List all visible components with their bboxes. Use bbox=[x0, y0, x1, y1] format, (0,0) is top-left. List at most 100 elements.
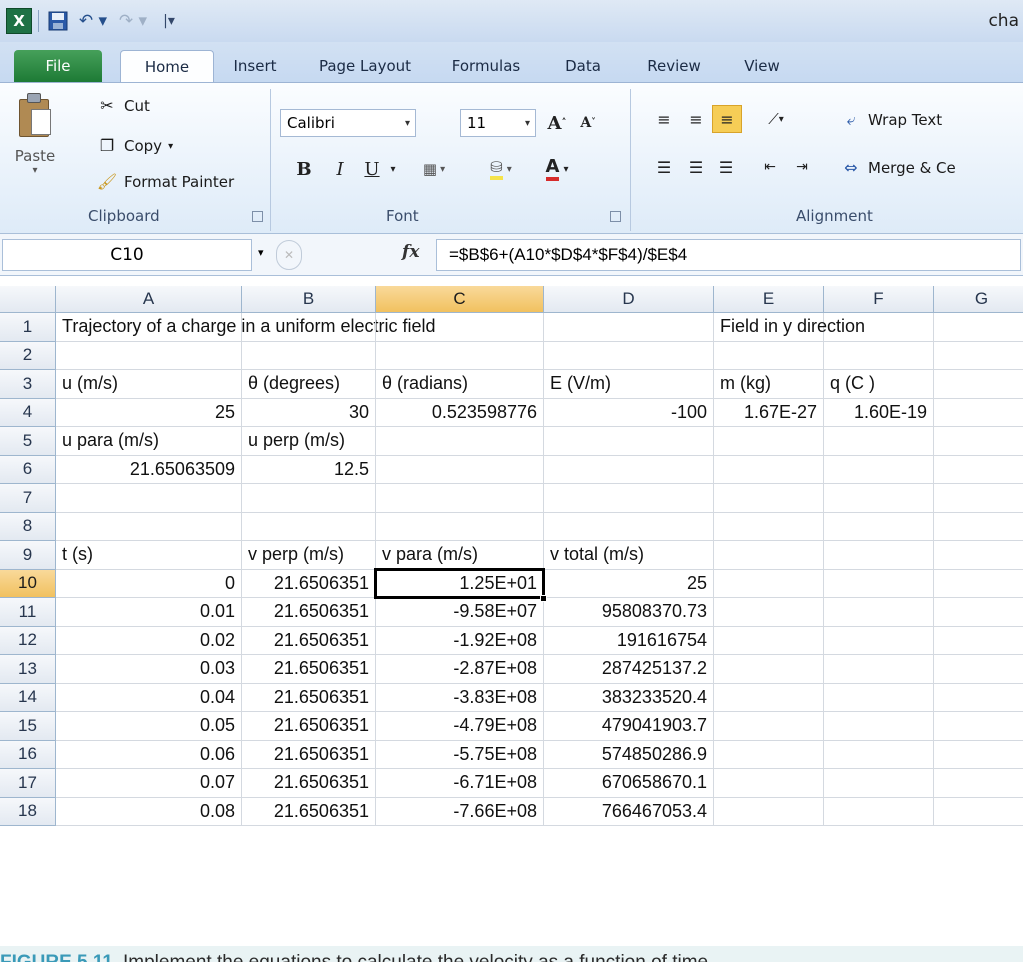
cell-b17[interactable]: 21.6506351 bbox=[242, 769, 376, 798]
cell-b16[interactable]: 21.6506351 bbox=[242, 740, 376, 769]
cell-b3[interactable]: θ (degrees) bbox=[242, 370, 376, 399]
cell-g5[interactable] bbox=[934, 427, 1023, 456]
align-top-icon[interactable]: ≡ bbox=[650, 105, 678, 133]
cell-a8[interactable] bbox=[56, 512, 242, 541]
bold-button[interactable]: B bbox=[290, 155, 318, 183]
cell-c4[interactable]: 0.523598776 bbox=[376, 398, 544, 427]
row-header-15[interactable]: 15 bbox=[0, 712, 56, 741]
cell-a16[interactable]: 0.06 bbox=[56, 740, 242, 769]
cell-c9[interactable]: v para (m/s) bbox=[376, 541, 544, 570]
underline-button[interactable]: U bbox=[360, 155, 384, 183]
cell-f8[interactable] bbox=[824, 512, 934, 541]
cell-e15[interactable] bbox=[714, 712, 824, 741]
cell-g4[interactable] bbox=[934, 399, 1023, 427]
cell-f5[interactable] bbox=[824, 427, 934, 456]
font-size-select[interactable]: 11 ▾ bbox=[460, 109, 536, 137]
tab-page-layout[interactable]: Page Layout bbox=[300, 50, 430, 82]
cell-b10[interactable]: 21.6506351 bbox=[242, 569, 376, 598]
column-header-e[interactable]: E bbox=[714, 286, 824, 313]
cell-a14[interactable]: 0.04 bbox=[56, 683, 242, 712]
paste-button[interactable]: Paste ▾ bbox=[4, 89, 66, 199]
cell-b5[interactable]: u perp (m/s) bbox=[242, 427, 376, 456]
cell-e10[interactable] bbox=[714, 569, 824, 598]
fill-handle[interactable] bbox=[540, 595, 547, 602]
row-header-9[interactable]: 9 bbox=[0, 541, 56, 570]
cell-a7[interactable] bbox=[56, 484, 242, 513]
cell-a5[interactable]: u para (m/s) bbox=[56, 427, 242, 456]
cell-g10[interactable] bbox=[934, 570, 1023, 598]
cell-f12[interactable] bbox=[824, 626, 934, 655]
redo-icon[interactable]: ↷ ▾ bbox=[116, 8, 150, 34]
align-right-icon[interactable]: ☰ bbox=[712, 153, 740, 181]
cell-c13[interactable]: -2.87E+08 bbox=[376, 655, 544, 684]
cell-f6[interactable] bbox=[824, 455, 934, 484]
cell-a13[interactable]: 0.03 bbox=[56, 655, 242, 684]
cell-a17[interactable]: 0.07 bbox=[56, 769, 242, 798]
cell-g2[interactable] bbox=[934, 342, 1023, 370]
cell-a10[interactable]: 0 bbox=[56, 569, 242, 598]
column-header-b[interactable]: B bbox=[242, 286, 376, 313]
chevron-down-icon[interactable]: ▾ bbox=[386, 155, 400, 183]
cell-d10[interactable]: 25 bbox=[544, 569, 714, 598]
cell-e12[interactable] bbox=[714, 626, 824, 655]
cell-a6[interactable]: 21.65063509 bbox=[56, 455, 242, 484]
cell-d13[interactable]: 287425137.2 bbox=[544, 655, 714, 684]
cell-e1[interactable]: Field in y direction bbox=[714, 313, 865, 342]
cell-e14[interactable] bbox=[714, 683, 824, 712]
cell-e17[interactable] bbox=[714, 769, 824, 798]
cell-e13[interactable] bbox=[714, 655, 824, 684]
cell-g14[interactable] bbox=[934, 684, 1023, 712]
cell-f11[interactable] bbox=[824, 598, 934, 627]
cell-a15[interactable]: 0.05 bbox=[56, 712, 242, 741]
cell-f2[interactable] bbox=[824, 341, 934, 370]
cell-b12[interactable]: 21.6506351 bbox=[242, 626, 376, 655]
cell-b18[interactable]: 21.6506351 bbox=[242, 797, 376, 826]
cell-c12[interactable]: -1.92E+08 bbox=[376, 626, 544, 655]
row-header-14[interactable]: 14 bbox=[0, 683, 56, 712]
cell-d2[interactable] bbox=[544, 341, 714, 370]
cell-b6[interactable]: 12.5 bbox=[242, 455, 376, 484]
cell-c6[interactable] bbox=[376, 455, 544, 484]
cell-c7[interactable] bbox=[376, 484, 544, 513]
row-header-12[interactable]: 12 bbox=[0, 626, 56, 655]
row-header-8[interactable]: 8 bbox=[0, 512, 56, 541]
cell-f14[interactable] bbox=[824, 683, 934, 712]
cell-b7[interactable] bbox=[242, 484, 376, 513]
formula-cancel-icon[interactable]: ✕ bbox=[276, 240, 302, 270]
cell-e4[interactable]: 1.67E-27 bbox=[714, 398, 824, 427]
cell-e9[interactable] bbox=[714, 541, 824, 570]
tab-formulas[interactable]: Formulas bbox=[432, 50, 540, 82]
cell-g13[interactable] bbox=[934, 655, 1023, 684]
cell-f9[interactable] bbox=[824, 541, 934, 570]
cell-c1[interactable] bbox=[376, 313, 544, 342]
italic-button[interactable]: I bbox=[326, 155, 354, 183]
cell-g16[interactable] bbox=[934, 741, 1023, 769]
excel-logo-icon[interactable]: X bbox=[6, 8, 32, 34]
borders-icon[interactable]: ▦ ▾ bbox=[412, 155, 456, 183]
merge-center-button[interactable]: ⇔ Merge & Ce bbox=[840, 155, 955, 181]
cell-d18[interactable]: 766467053.4 bbox=[544, 797, 714, 826]
cell-c18[interactable]: -7.66E+08 bbox=[376, 797, 544, 826]
cell-f7[interactable] bbox=[824, 484, 934, 513]
cell-b15[interactable]: 21.6506351 bbox=[242, 712, 376, 741]
cell-f17[interactable] bbox=[824, 769, 934, 798]
cell-b2[interactable] bbox=[242, 341, 376, 370]
cell-c14[interactable]: -3.83E+08 bbox=[376, 683, 544, 712]
font-name-select[interactable]: Calibri ▾ bbox=[280, 109, 416, 137]
cut-button[interactable]: ✂ Cut bbox=[96, 93, 150, 119]
row-header-10[interactable]: 10 bbox=[0, 569, 56, 598]
cell-f16[interactable] bbox=[824, 740, 934, 769]
column-header-g[interactable]: G bbox=[934, 286, 1023, 313]
cell-c10[interactable]: 1.25E+01 bbox=[376, 569, 544, 598]
cell-a3[interactable]: u (m/s) bbox=[56, 370, 242, 399]
cell-c3[interactable]: θ (radians) bbox=[376, 370, 544, 399]
cell-e8[interactable] bbox=[714, 512, 824, 541]
cell-d15[interactable]: 479041903.7 bbox=[544, 712, 714, 741]
chevron-down-icon[interactable]: ▾ bbox=[258, 246, 264, 259]
customize-quick-access-icon[interactable]: |▾ bbox=[156, 8, 182, 34]
cell-b9[interactable]: v perp (m/s) bbox=[242, 541, 376, 570]
cell-g3[interactable] bbox=[934, 370, 1023, 399]
cell-e11[interactable] bbox=[714, 598, 824, 627]
row-header-13[interactable]: 13 bbox=[0, 655, 56, 684]
cell-a12[interactable]: 0.02 bbox=[56, 626, 242, 655]
